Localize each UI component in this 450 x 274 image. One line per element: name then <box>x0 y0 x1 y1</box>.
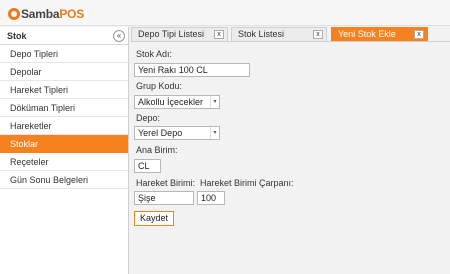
sidebar-item-hareketler[interactable]: Hareketler <box>0 117 128 135</box>
chevron-down-icon: ▾ <box>210 127 219 139</box>
close-icon[interactable]: x <box>214 30 224 39</box>
chevron-down-icon: ▾ <box>210 96 219 108</box>
sidebar-item-receteler[interactable]: Reçeteler <box>0 153 128 171</box>
multiplier-label: Hareket Birimi Çarpanı: <box>200 178 294 188</box>
close-icon[interactable]: x <box>313 30 323 39</box>
tab-label: Stok Listesi <box>238 29 285 39</box>
base-unit-input[interactable]: CL <box>134 159 161 173</box>
base-unit-label: Ana Birim: <box>136 145 178 155</box>
tab-yeni-stok-ekle[interactable]: Yeni Stok Ekle x <box>331 27 428 41</box>
movement-unit-label: Hareket Birimi: <box>136 178 196 188</box>
sambapos-logo: SambaPOS <box>8 7 84 21</box>
close-icon[interactable]: x <box>414 30 424 39</box>
sidebar-item-depolar[interactable]: Depolar <box>0 63 128 81</box>
warehouse-select[interactable]: Yerel Depo ▾ <box>134 126 220 140</box>
warehouse-label: Depo: <box>136 113 161 123</box>
sidebar-header: Stok « <box>0 27 128 45</box>
stock-name-input[interactable]: Yeni Rakı 100 CL <box>134 63 250 77</box>
sidebar-item-hareket-tipleri[interactable]: Hareket Tipleri <box>0 81 128 99</box>
sidebar-item-stoklar[interactable]: Stoklar <box>0 135 128 153</box>
group-code-label: Grup Kodu: <box>136 81 183 91</box>
multiplier-input[interactable]: 100 <box>197 191 225 205</box>
top-bar: SambaPOS <box>0 0 450 26</box>
tab-stok-listesi[interactable]: Stok Listesi x <box>231 27 327 41</box>
tab-depo-tipi-listesi[interactable]: Depo Tipi Listesi x <box>131 27 228 41</box>
sidebar: Stok « Depo Tipleri Depolar Hareket Tipl… <box>0 27 129 274</box>
warehouse-value: Yerel Depo <box>138 128 183 138</box>
sidebar-item-gun-sonu-belgeleri[interactable]: Gün Sonu Belgeleri <box>0 171 128 189</box>
logo-text-pos: POS <box>59 7 85 21</box>
logo-icon <box>8 8 20 20</box>
sidebar-item-dokuman-tipleri[interactable]: Döküman Tipleri <box>0 99 128 117</box>
sidebar-item-depo-tipleri[interactable]: Depo Tipleri <box>0 45 128 63</box>
logo-text-samba: Samba <box>21 7 60 21</box>
movement-unit-input[interactable]: Şişe <box>134 191 194 205</box>
tab-bar: Depo Tipi Listesi x Stok Listesi x Yeni … <box>131 27 450 42</box>
tab-label: Depo Tipi Listesi <box>138 29 205 39</box>
group-code-select[interactable]: Alkollu İçecekler ▾ <box>134 95 220 109</box>
sidebar-title: Stok <box>7 31 27 41</box>
stock-name-label: Stok Adı: <box>136 49 173 59</box>
group-code-value: Alkollu İçecekler <box>138 97 204 107</box>
collapse-icon[interactable]: « <box>113 30 125 42</box>
save-button[interactable]: Kaydet <box>134 211 174 226</box>
form-panel: Stok Adı: Yeni Rakı 100 CL Grup Kodu: Al… <box>131 43 450 274</box>
tab-label: Yeni Stok Ekle <box>338 29 396 39</box>
